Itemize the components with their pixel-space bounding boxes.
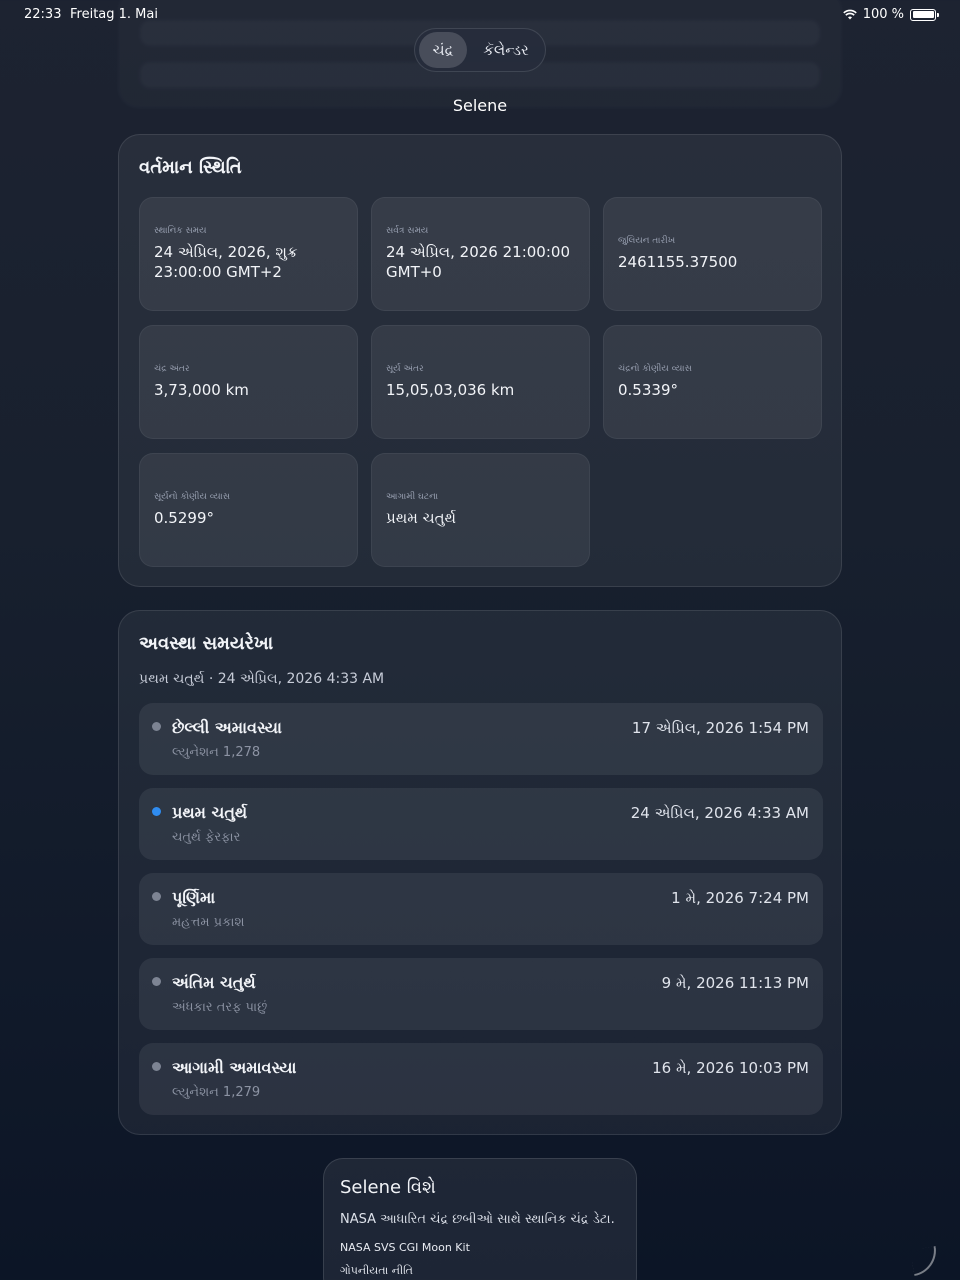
stat-value: 0.5299° (154, 509, 214, 527)
stat-label: ચંદ્રનો કોણીય વ્યાસ (618, 364, 692, 374)
phase-name: અંતિમ ચતુર્થ (172, 973, 256, 992)
stat-julian-date: જુલિયન તારીખ 2461155.37500 (603, 197, 822, 311)
about-card: Selene વિશે NASA આધારિત ચંદ્ર છબીઓ સાથે … (323, 1158, 637, 1280)
battery-icon (910, 8, 939, 21)
nasa-moon-kit-link[interactable]: NASA SVS CGI Moon Kit (340, 1241, 470, 1254)
scroll-indicator[interactable] (909, 1245, 941, 1277)
stat-moon-distance: ચંદ્ર અંતર 3,73,000 km (139, 325, 358, 439)
stat-label: આગામી ઘટના (386, 492, 439, 502)
status-indicators: 100 % (842, 7, 939, 22)
phase-description: મહત્તમ પ્રકાશ (172, 915, 245, 930)
stat-label: જુલિયન તારીખ (618, 236, 676, 246)
phase-name: આગામી અમાવસ્યા (172, 1058, 297, 1077)
stat-universal-time: સર્વત્ર સમય 24 એપ્રિલ, 2026 21:00:00 GMT… (371, 197, 590, 311)
phase-name: પ્રથમ ચતુર્થ (172, 803, 248, 822)
about-title: Selene વિશે (340, 1177, 436, 1198)
current-state-card: વર્તમાન સ્થિતિ સ્થાનિક સમય 24 એપ્રિલ, 20… (118, 134, 842, 587)
phase-row[interactable]: છેલ્લી અમાવસ્યા લ્યુનેશન 1,278 17 એપ્રિલ… (139, 703, 823, 775)
stat-local-time: સ્થાનિક સમય 24 એપ્રિલ, 2026, શુક્ર 23:00… (139, 197, 358, 311)
stat-value: 24 એપ્રિલ, 2026, શુક્ર 23:00:00 GMT+2 (154, 243, 298, 281)
card-title: વર્તમાન સ્થિતિ (139, 157, 242, 178)
phase-row[interactable]: આગામી અમાવસ્યા લ્યુનેશન 1,279 16 મે, 202… (139, 1043, 823, 1115)
stat-sun-distance: સૂર્ય અંતર 15,05,03,036 km (371, 325, 590, 439)
phase-dot-icon (152, 977, 161, 986)
about-description: NASA આધારિત ચંદ્ર છબીઓ સાથે સ્થાનિક ચંદ્… (340, 1212, 615, 1227)
stat-label: ચંદ્ર અંતર (154, 364, 190, 374)
phase-dot-icon (152, 722, 161, 731)
phase-date: 9 મે, 2026 11:13 PM (661, 974, 809, 992)
phase-row-current[interactable]: પ્રથમ ચતુર્થ ચતુર્થ ફેરફાર 24 એપ્રિલ, 20… (139, 788, 823, 860)
wifi-icon (842, 9, 857, 20)
privacy-policy-link[interactable]: ગોપનીયતા નીતિ (340, 1264, 413, 1278)
view-segmented-control[interactable]: ચંદ્ર કૅલેન્ડર (414, 28, 546, 72)
phase-description: લ્યુનેશન 1,279 (172, 1085, 261, 1100)
stat-value: 15,05,03,036 km (386, 381, 515, 399)
phase-dot-icon (152, 1062, 161, 1071)
stat-sun-angular-diameter: સૂર્યનો કોણીય વ્યાસ 0.5299° (139, 453, 358, 567)
phase-date: 17 એપ્રિલ, 2026 1:54 PM (631, 719, 809, 737)
phase-date: 24 એપ્રિલ, 2026 4:33 AM (630, 804, 809, 822)
stat-value: 24 એપ્રિલ, 2026 21:00:00 GMT+0 (386, 243, 570, 281)
phase-row[interactable]: અંતિમ ચતુર્થ અંધકાર તરફ પાછું 9 મે, 2026… (139, 958, 823, 1030)
phase-description: લ્યુનેશન 1,278 (172, 745, 261, 760)
card-title: અવસ્થા સમયરેખા (139, 633, 274, 654)
stat-value: 2461155.37500 (618, 253, 738, 271)
current-phase-dot-icon (152, 807, 161, 816)
phase-description: ચતુર્થ ફેરફાર (172, 830, 241, 845)
stat-next-event: આગામી ઘટના પ્રથમ ચતુર્થ (371, 453, 590, 567)
stat-label: સ્થાનિક સમય (154, 226, 207, 236)
stat-label: સૂર્ય અંતર (386, 364, 424, 374)
battery-percentage: 100 % (862, 7, 904, 22)
phase-name: પૂર્ણિમા (172, 888, 216, 907)
stat-moon-angular-diameter: ચંદ્રનો કોણીય વ્યાસ 0.5339° (603, 325, 822, 439)
tab-calendar[interactable]: કૅલેન્ડર (471, 32, 541, 68)
phase-row[interactable]: પૂર્ણિમા મહત્તમ પ્રકાશ 1 મે, 2026 7:24 P… (139, 873, 823, 945)
phase-timeline-card: અવસ્થા સમયરેખા પ્રથમ ચતુર્થ · 24 એપ્રિલ,… (118, 610, 842, 1135)
phase-description: અંધકાર તરફ પાછું (172, 1000, 268, 1015)
stat-value: 3,73,000 km (154, 381, 249, 399)
stat-label: સૂર્યનો કોણીય વ્યાસ (154, 492, 231, 502)
stat-value: 0.5339° (618, 381, 678, 399)
phase-name: છેલ્લી અમાવસ્યા (172, 718, 282, 737)
stat-value: પ્રથમ ચતુર્થ (386, 509, 457, 527)
app-title: Selene (452, 96, 508, 115)
phase-date: 16 મે, 2026 10:03 PM (652, 1059, 809, 1077)
status-time: 22:33 (24, 7, 62, 22)
phase-date: 1 મે, 2026 7:24 PM (671, 889, 809, 907)
stat-label: સર્વત્ર સમય (386, 226, 429, 236)
phase-dot-icon (152, 892, 161, 901)
timeline-subtitle: પ્રથમ ચતુર્થ · 24 એપ્રિલ, 2026 4:33 AM (139, 671, 385, 687)
tab-moon[interactable]: ચંદ્ર (419, 32, 467, 68)
